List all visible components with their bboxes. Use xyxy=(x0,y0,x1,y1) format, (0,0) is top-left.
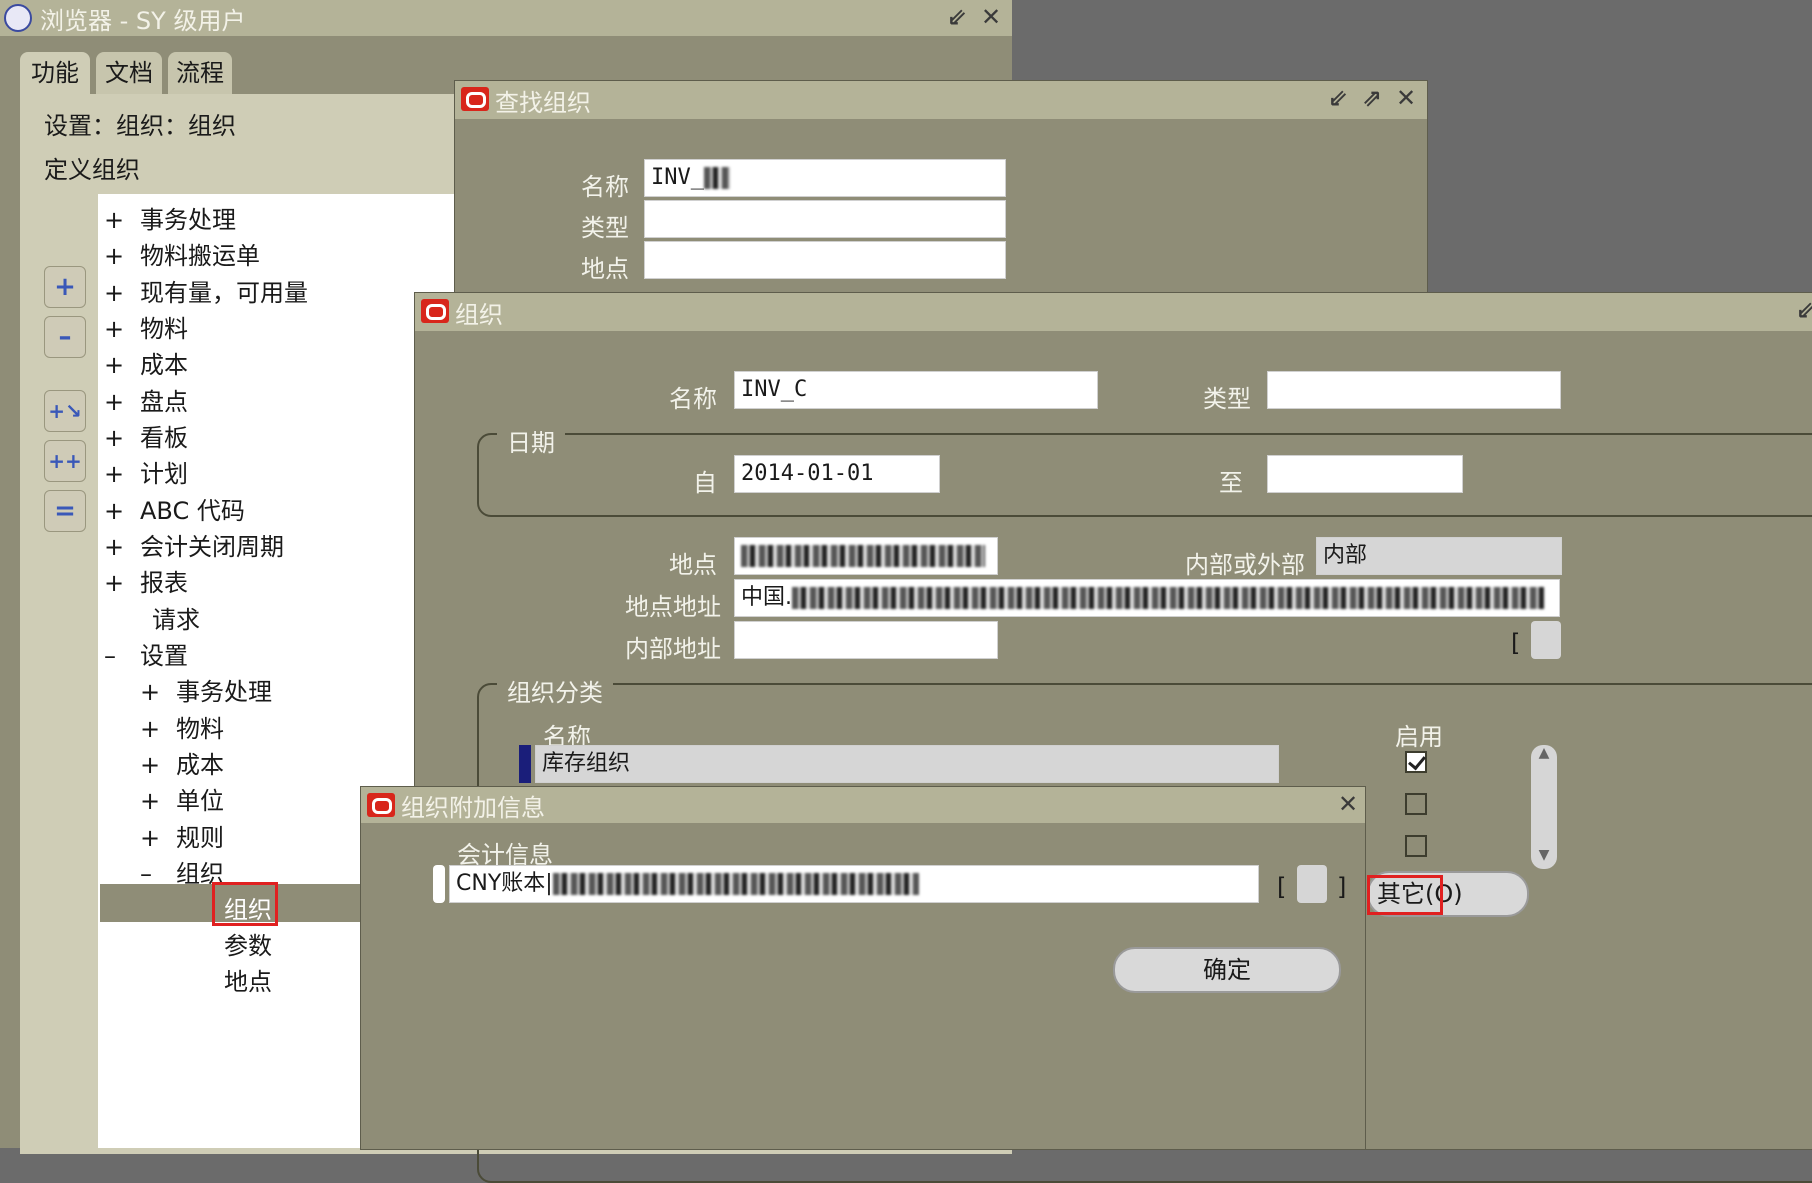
find-type-label: 类型 xyxy=(581,214,629,242)
minimize-icon[interactable]: ⇙ xyxy=(1325,85,1351,111)
accounting-info-field[interactable]: CNY账本| xyxy=(449,865,1259,903)
dates-group xyxy=(477,433,1812,517)
find-name-field[interactable]: INV_ xyxy=(644,159,1006,197)
org-titlebar[interactable]: 组织 ⇙ xyxy=(415,293,1812,331)
accounting-info-lov-button[interactable] xyxy=(1297,865,1327,903)
org-type-field[interactable] xyxy=(1267,371,1561,409)
tree-item[interactable]: + 看板 xyxy=(104,418,188,453)
additional-info-title: 组织附加信息 xyxy=(401,793,545,822)
tree-item[interactable]: 请求 xyxy=(116,600,200,635)
find-location-field[interactable] xyxy=(644,241,1006,279)
col-enabled-header: 启用 xyxy=(1395,723,1443,751)
tree-item[interactable]: + 物料 xyxy=(140,709,224,744)
tree-item[interactable]: + 盘点 xyxy=(104,382,188,417)
tree-item[interactable]: + 成本 xyxy=(140,745,224,780)
close-icon[interactable]: ✕ xyxy=(1335,791,1361,817)
bracket-left: [ xyxy=(1511,629,1521,657)
tree-item[interactable]: + 事务处理 xyxy=(140,672,272,707)
find-org-title: 查找组织 xyxy=(495,88,591,117)
navigator-app-icon xyxy=(4,4,32,32)
tab-functions[interactable]: 功能 xyxy=(20,52,90,94)
org-title: 组织 xyxy=(455,300,503,329)
collapse-button[interactable]: – xyxy=(44,316,86,358)
org-name-label: 名称 xyxy=(669,385,717,413)
tree-item[interactable]: + 计划 xyxy=(104,454,188,489)
tree-item[interactable]: + 物料 xyxy=(104,309,188,344)
enabled-checkbox[interactable] xyxy=(1405,835,1427,857)
find-location-label: 地点 xyxy=(581,255,629,283)
highlight-box xyxy=(212,882,278,926)
oracle-logo-icon xyxy=(421,299,449,323)
enabled-checkbox[interactable] xyxy=(1405,751,1427,773)
oracle-logo-icon xyxy=(461,87,489,111)
internal-address-label: 内部地址 xyxy=(625,635,721,663)
from-date-label: 自 xyxy=(693,469,717,497)
tree-item[interactable]: + ABC 代码 xyxy=(104,491,245,526)
page-subtitle: 定义组织 xyxy=(44,156,140,184)
close-icon[interactable]: ✕ xyxy=(978,4,1004,30)
minimize-icon[interactable]: ⇙ xyxy=(944,4,970,30)
minimize-icon[interactable]: ⇙ xyxy=(1793,297,1812,323)
to-date-field[interactable] xyxy=(1267,455,1463,493)
collapse-all-button[interactable]: = xyxy=(44,490,86,532)
from-date-field[interactable]: 2014-01-01 xyxy=(734,455,940,493)
location-field[interactable] xyxy=(734,537,998,575)
tree-item[interactable]: 参数 xyxy=(224,926,272,961)
org-type-label: 类型 xyxy=(1203,385,1251,413)
tree-item[interactable]: + 会计关闭周期 xyxy=(104,527,284,562)
row-indicator xyxy=(519,745,531,783)
classification-group-title: 组织分类 xyxy=(497,673,613,708)
bracket-left: [ xyxy=(1277,873,1287,901)
scroll-down-icon[interactable]: ▼ xyxy=(1531,847,1557,867)
scroll-up-icon[interactable]: ▲ xyxy=(1531,745,1557,765)
location-address-label: 地点地址 xyxy=(625,593,721,621)
classification-name-field[interactable]: 库存组织 xyxy=(535,745,1279,783)
breadcrumb: 设置：组织：组织 xyxy=(44,112,236,140)
tree-item[interactable]: + 物料搬运单 xyxy=(104,236,260,271)
location-label: 地点 xyxy=(669,551,717,579)
expand-all-button[interactable]: ++ xyxy=(44,440,86,482)
tree-item[interactable]: 地点 xyxy=(224,962,272,997)
ok-button[interactable]: 确定 xyxy=(1113,947,1341,993)
tree-item[interactable]: + 成本 xyxy=(104,345,188,380)
field-indicator xyxy=(433,865,445,903)
tab-processes[interactable]: 流程 xyxy=(168,52,232,94)
to-date-label: 至 xyxy=(1219,469,1243,497)
dates-group-title: 日期 xyxy=(497,423,565,458)
tree-item[interactable]: + 事务处理 xyxy=(104,200,236,235)
navigator-title: 浏览器 - SY 级用户 xyxy=(40,6,246,35)
internal-external-field[interactable]: 内部 xyxy=(1316,537,1562,575)
tree-item[interactable]: – 设置 xyxy=(104,636,188,671)
tree-item[interactable]: + 规则 xyxy=(140,818,224,853)
location-address-field[interactable]: 中国. xyxy=(734,579,1560,617)
highlight-box xyxy=(1367,875,1443,915)
bracket-right: ] xyxy=(1337,873,1347,901)
org-name-field[interactable]: INV_C xyxy=(734,371,1098,409)
internal-address-lov-button[interactable] xyxy=(1531,621,1561,659)
find-org-titlebar[interactable]: 查找组织 ⇙ ⇗ ✕ xyxy=(455,81,1427,119)
additional-info-window: 组织附加信息 ✕ 会计信息 CNY账本| [ ] 确定 xyxy=(360,786,1366,1150)
internal-address-field[interactable] xyxy=(734,621,998,659)
tree-item[interactable]: + 单位 xyxy=(140,781,224,816)
navigator-titlebar[interactable]: 浏览器 - SY 级用户 ⇙ ✕ xyxy=(0,0,1012,36)
internal-external-label: 内部或外部 xyxy=(1185,551,1305,579)
close-icon[interactable]: ✕ xyxy=(1393,85,1419,111)
tab-documents[interactable]: 文档 xyxy=(96,52,162,94)
tree-item[interactable]: + 报表 xyxy=(104,563,188,598)
enabled-checkbox[interactable] xyxy=(1405,793,1427,815)
expand-branch-button[interactable]: +↘ xyxy=(44,390,86,432)
additional-info-titlebar[interactable]: 组织附加信息 ✕ xyxy=(361,787,1365,823)
find-type-field[interactable] xyxy=(644,200,1006,238)
maximize-icon[interactable]: ⇗ xyxy=(1359,85,1385,111)
tree-item[interactable]: + 现有量，可用量 xyxy=(104,273,308,308)
expand-button[interactable]: + xyxy=(44,266,86,308)
oracle-logo-icon xyxy=(367,793,395,817)
find-name-label: 名称 xyxy=(581,173,629,201)
